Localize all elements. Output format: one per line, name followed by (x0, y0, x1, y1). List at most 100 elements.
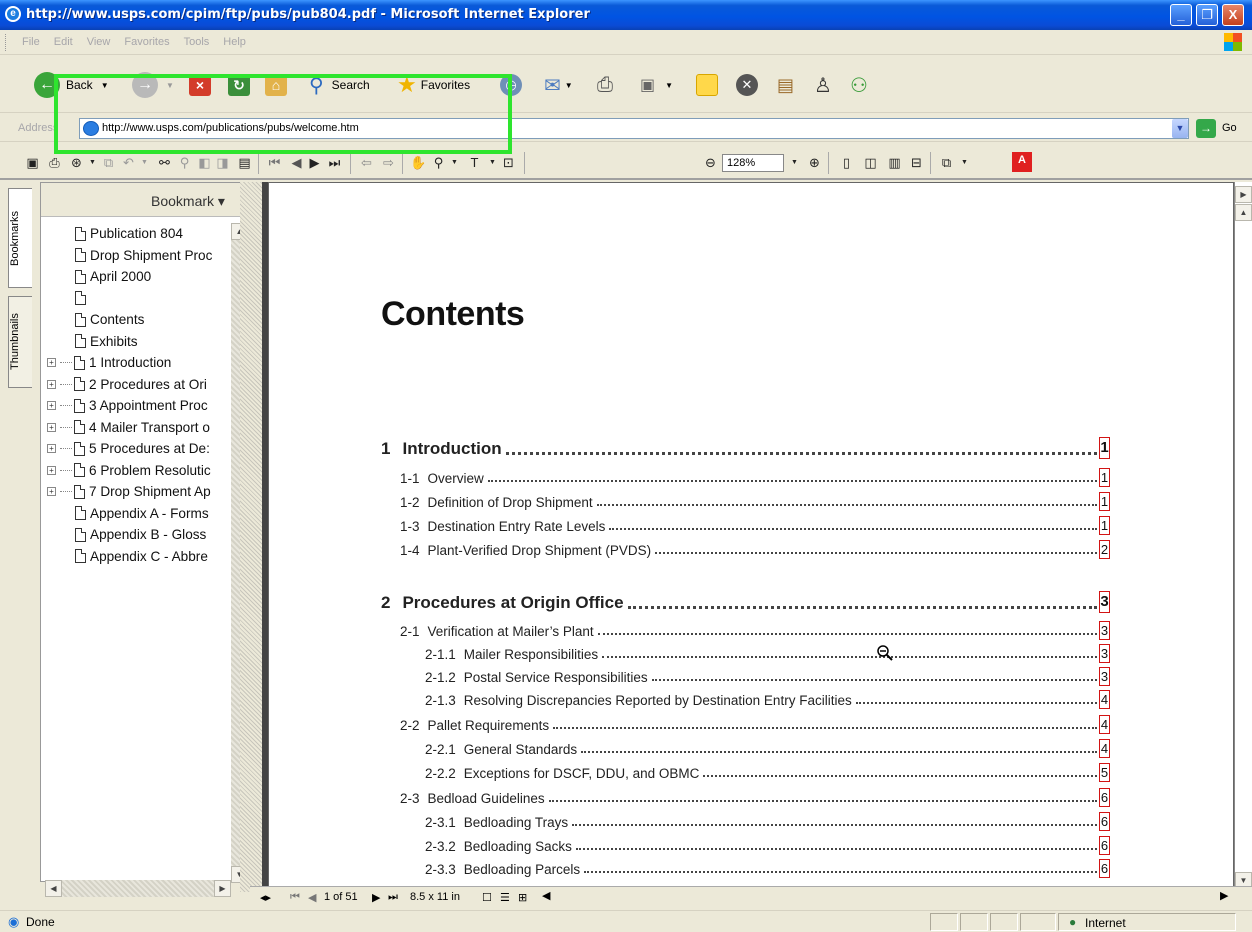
toc-entry[interactable]: 1 Introduction (381, 435, 1101, 459)
bookmark-item[interactable]: Exhibits (47, 331, 227, 353)
search-button[interactable]: ⚲ Search (309, 70, 370, 100)
toc-entry[interactable]: 1-3 Destination Entry Rate Levels (381, 514, 1101, 534)
document-vertical-scrollbar[interactable]: ▶ ▲ ▼ (1234, 182, 1252, 894)
refresh-button[interactable]: ↻ (228, 70, 250, 100)
zoom-in-icon[interactable]: ⊕ (806, 154, 823, 171)
rotate-icon[interactable]: ⧉ (938, 154, 955, 171)
scroll-left-icon[interactable]: ◀ (542, 889, 550, 902)
edit-button[interactable]: ▣ ▼ (640, 70, 673, 100)
print-button[interactable]: ⎙ (597, 70, 613, 100)
messenger-button[interactable]: ✕ (736, 70, 758, 100)
menu-help[interactable]: Help (223, 36, 246, 48)
menu-file[interactable]: File (22, 36, 40, 48)
actual-size-icon[interactable]: ▯ (838, 154, 855, 171)
expand-icon[interactable]: + (47, 465, 56, 475)
toc-entry[interactable]: 2-2.2 Exceptions for DSCF, DDU, and OBMC (381, 761, 1101, 781)
rotate-dropdown-icon[interactable]: ▼ (956, 154, 973, 171)
page-link[interactable]: 3 (1099, 667, 1110, 686)
edit-dropdown-icon[interactable]: ▼ (665, 81, 673, 90)
bookmark-item[interactable]: +5 Procedures at De: (47, 438, 227, 460)
bookmark-item[interactable]: Drop Shipment Proc (47, 245, 227, 267)
page-link[interactable]: 3 (1099, 644, 1110, 663)
bookmark-item[interactable]: Publication 804 (47, 223, 227, 245)
page-link[interactable]: 6 (1099, 788, 1110, 807)
page-link[interactable]: 1 (1099, 492, 1110, 511)
forward-button[interactable]: → ▼ (132, 70, 174, 100)
stop-button[interactable]: × (189, 70, 211, 100)
print-icon[interactable]: ⎙ (46, 154, 63, 171)
back-button[interactable]: ← Back ▼ (34, 70, 109, 100)
page-link[interactable]: 1 (1099, 468, 1110, 487)
go-button[interactable]: Go (1222, 122, 1237, 134)
prev-view-icon[interactable]: ◧ (196, 154, 213, 171)
address-dropdown-icon[interactable]: ▼ (1172, 119, 1188, 138)
toc-entry[interactable]: 2-2 Pallet Requirements (381, 713, 1101, 733)
scroll-right-icon[interactable]: ▶ (1220, 889, 1228, 902)
zoom-dropdown-icon[interactable]: ▼ (786, 154, 803, 171)
last-page-icon[interactable]: ⏭ (326, 154, 343, 171)
bookmark-item[interactable]: Appendix C - Abbre (47, 546, 227, 568)
page-number-field[interactable]: 1 of 51 (324, 891, 358, 903)
fit-page-icon[interactable]: ◫ (862, 154, 879, 171)
bookmarks-horizontal-scrollbar[interactable]: ◀ ▶ (45, 880, 231, 897)
toc-entry[interactable]: 2-1.1 Mailer Responsibilities (381, 642, 1101, 662)
expand-icon[interactable]: + (47, 444, 56, 454)
zoom-tool-icon[interactable]: ⚲ (430, 154, 447, 171)
home-button[interactable]: ⌂ (265, 70, 287, 100)
menu-tools[interactable]: Tools (184, 36, 210, 48)
save-icon[interactable]: ▣ (24, 154, 41, 171)
toc-entry[interactable]: 2-1.2 Postal Service Responsibilities (381, 665, 1101, 685)
toc-entry[interactable]: 1-2 Definition of Drop Shipment (381, 490, 1101, 510)
zoom-tool-dropdown-icon[interactable]: ▼ (446, 154, 463, 171)
first-page-icon[interactable]: ⏮ (290, 891, 300, 904)
close-button[interactable]: X (1222, 4, 1244, 26)
next-view-icon[interactable]: ◨ (214, 154, 231, 171)
scroll-left-icon[interactable]: ◀ (45, 880, 62, 897)
next-page-icon[interactable]: ▶ (372, 891, 380, 904)
bookmark-item[interactable]: +7 Drop Shipment Ap (47, 481, 227, 503)
buddy-button[interactable]: ♙ (814, 70, 832, 100)
toc-entry[interactable]: 2-3 Bedload Guidelines (381, 786, 1101, 806)
email-dropdown-icon[interactable]: ▼ (84, 154, 101, 171)
hand-tool-icon[interactable]: ✋ (410, 154, 427, 171)
go-forward-icon[interactable]: ⇨ (380, 154, 397, 171)
page-link[interactable]: 6 (1099, 859, 1110, 878)
go-back-icon[interactable]: ⇦ (358, 154, 375, 171)
address-input[interactable]: http://www.usps.com/publications/pubs/we… (79, 118, 1189, 139)
expand-icon[interactable]: + (47, 358, 56, 368)
toc-entry[interactable]: 2-3.3 Bedloading Parcels (381, 857, 1101, 877)
toc-entry[interactable]: 1-4 Plant-Verified Drop Shipment (PVDS) (381, 538, 1101, 558)
menu-view[interactable]: View (87, 36, 111, 48)
scroll-right-icon[interactable]: ▶ (214, 880, 231, 897)
scroll-up-icon[interactable]: ▲ (1235, 204, 1252, 221)
minimize-button[interactable]: _ (1170, 4, 1192, 26)
text-select-dropdown-icon[interactable]: ▼ (484, 154, 501, 171)
facing-icon[interactable]: ⊞ (518, 891, 527, 904)
search-doc-icon[interactable]: ⚲ (176, 154, 193, 171)
find-icon[interactable]: ⚯ (156, 154, 173, 171)
page-link[interactable]: 1 (1099, 437, 1110, 459)
next-page-icon[interactable]: ▶ (306, 154, 323, 171)
bookmarks-options-button[interactable]: Bookmark ▾ (151, 193, 225, 210)
forward-dropdown-icon[interactable]: ▼ (166, 81, 174, 90)
undo-dropdown-icon[interactable]: ▼ (136, 154, 153, 171)
tab-thumbnails[interactable]: Thumbnails (8, 296, 32, 388)
menu-favorites[interactable]: Favorites (124, 36, 169, 48)
previous-page-icon[interactable]: ◀ (308, 891, 316, 904)
bookmark-item[interactable]: Appendix A - Forms (47, 503, 227, 525)
page-link[interactable]: 1 (1099, 516, 1110, 535)
text-select-icon[interactable]: T (466, 154, 483, 171)
toc-entry[interactable]: 2-1 Verification at Mailer’s Plant (381, 619, 1101, 639)
history-button[interactable]: ◷ (500, 70, 522, 100)
toc-entry[interactable]: 2 Procedures at Origin Office (381, 589, 1101, 613)
next-page-arrow-icon[interactable]: ▶ (1235, 186, 1252, 203)
page-link[interactable]: 5 (1099, 763, 1110, 782)
fit-width-icon[interactable]: ▥ (886, 154, 903, 171)
maximize-button[interactable]: ❐ (1196, 4, 1218, 26)
email-icon[interactable]: ⊛ (68, 154, 85, 171)
adobe-logo-icon[interactable]: A (1012, 152, 1032, 172)
page-link[interactable]: 4 (1099, 690, 1110, 709)
page-link[interactable]: 2 (1099, 540, 1110, 559)
zoom-input[interactable]: 128% (722, 154, 784, 172)
page-link[interactable]: 6 (1099, 812, 1110, 831)
